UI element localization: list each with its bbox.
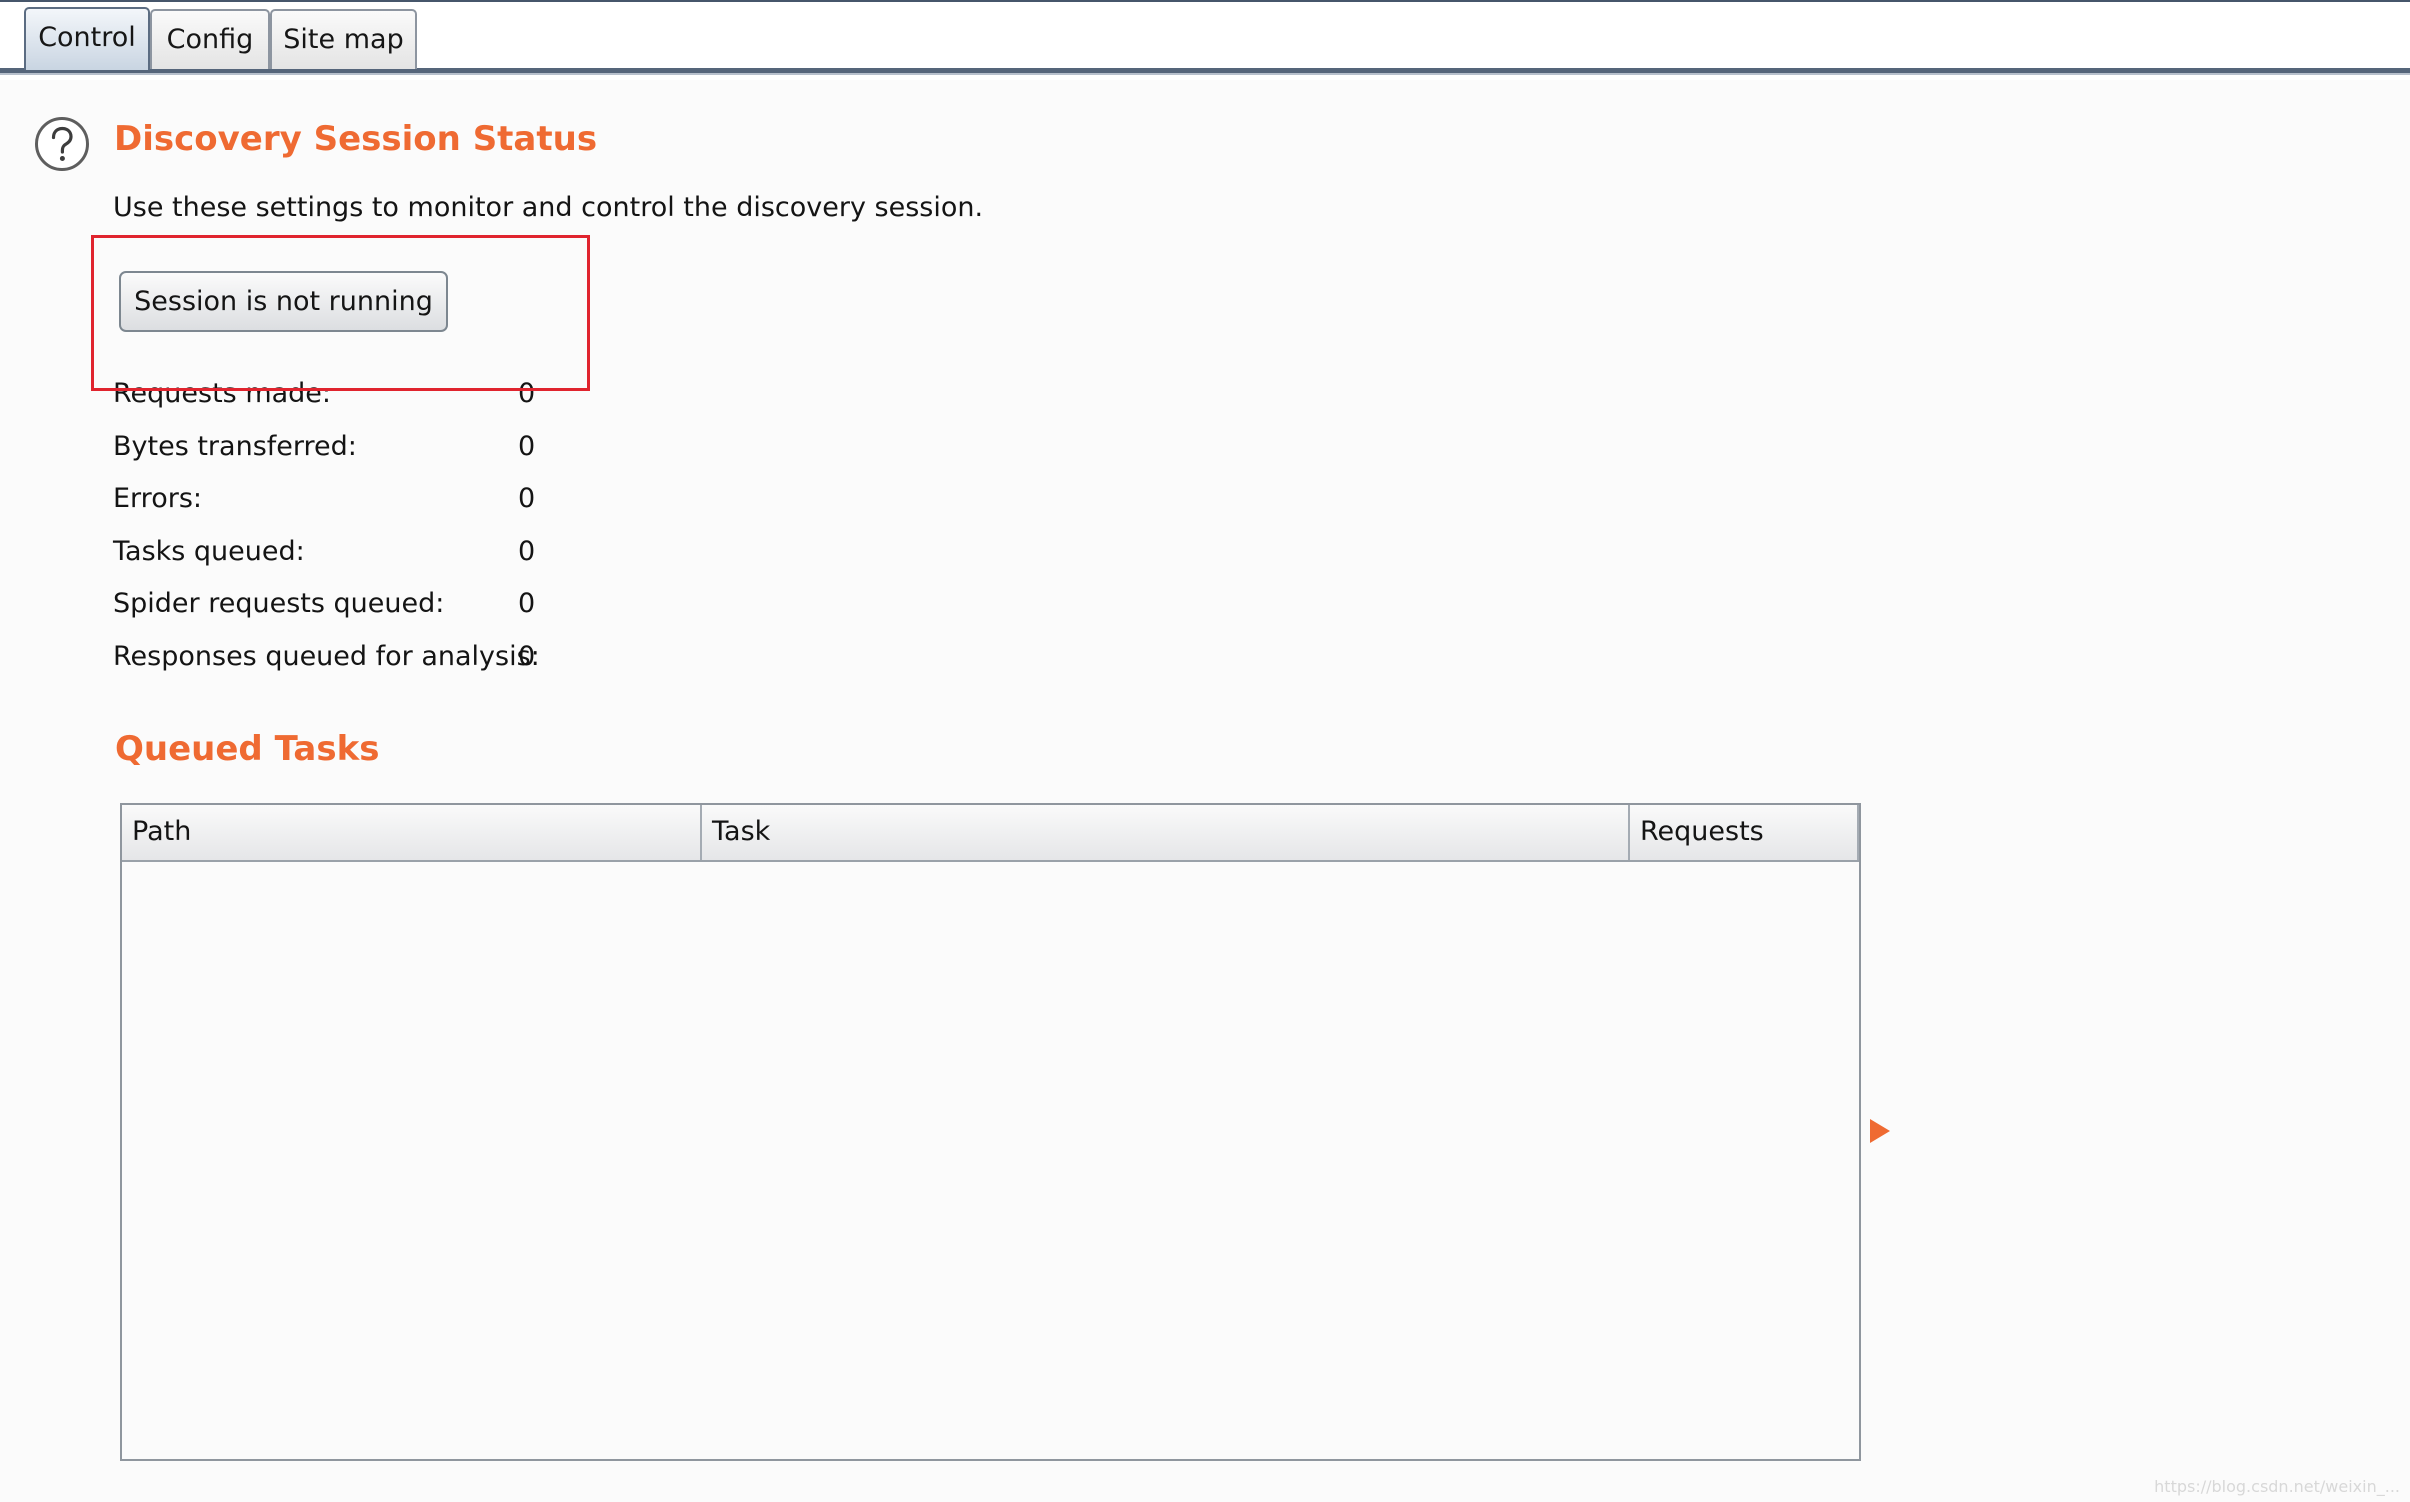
stat-value: 0 [518, 378, 536, 409]
stat-label: Tasks queued: [113, 535, 305, 567]
stat-label: Requests made: [113, 378, 332, 409]
question-circle-icon[interactable] [34, 116, 90, 172]
tab-bar: Control Config Site map [0, 0, 2410, 80]
section-title-session-status: Discovery Session Status [114, 119, 598, 159]
stat-label: Responses queued for analysis: [113, 640, 540, 672]
column-header-path[interactable]: Path [122, 805, 702, 860]
stat-row-requests-made: Requests made: 0 [113, 376, 540, 429]
expand-panel-arrow-icon[interactable] [1870, 1119, 1890, 1143]
stat-label: Spider requests queued: [113, 588, 445, 619]
section-title-queued-tasks: Queued Tasks [115, 729, 380, 769]
stat-label: Errors: [113, 483, 202, 514]
queued-tasks-table[interactable]: Path Task Requests [120, 803, 1861, 1461]
tab-site-map[interactable]: Site map [270, 9, 417, 69]
section-description: Use these settings to monitor and contro… [113, 192, 984, 223]
session-stats: Requests made: 0 Bytes transferred: 0 Er… [113, 376, 540, 691]
stat-row-tasks-queued: Tasks queued: 0 [113, 534, 540, 587]
stat-row-responses-queued: Responses queued for analysis: 0 [113, 639, 540, 692]
table-header: Path Task Requests [122, 805, 1859, 862]
stat-row-bytes-transferred: Bytes transferred: 0 [113, 429, 540, 482]
stat-row-errors: Errors: 0 [113, 481, 540, 534]
stat-label: Bytes transferred: [113, 430, 357, 462]
watermark: https://blog.csdn.net/weixin_... [2154, 1477, 2400, 1496]
stat-value: 0 [518, 640, 536, 672]
stat-value: 0 [518, 430, 536, 462]
stat-value: 0 [518, 535, 536, 567]
session-toggle-button[interactable]: Session is not running [119, 271, 448, 332]
tab-config[interactable]: Config [150, 9, 270, 69]
tab-bar-rule [0, 68, 2410, 75]
column-header-requests[interactable]: Requests [1630, 805, 1859, 860]
stat-value: 0 [518, 483, 536, 514]
table-body[interactable] [122, 862, 1859, 1459]
stat-row-spider-requests-queued: Spider requests queued: 0 [113, 586, 540, 639]
stat-value: 0 [518, 588, 536, 619]
tab-control[interactable]: Control [24, 7, 150, 70]
column-header-task[interactable]: Task [702, 805, 1630, 860]
